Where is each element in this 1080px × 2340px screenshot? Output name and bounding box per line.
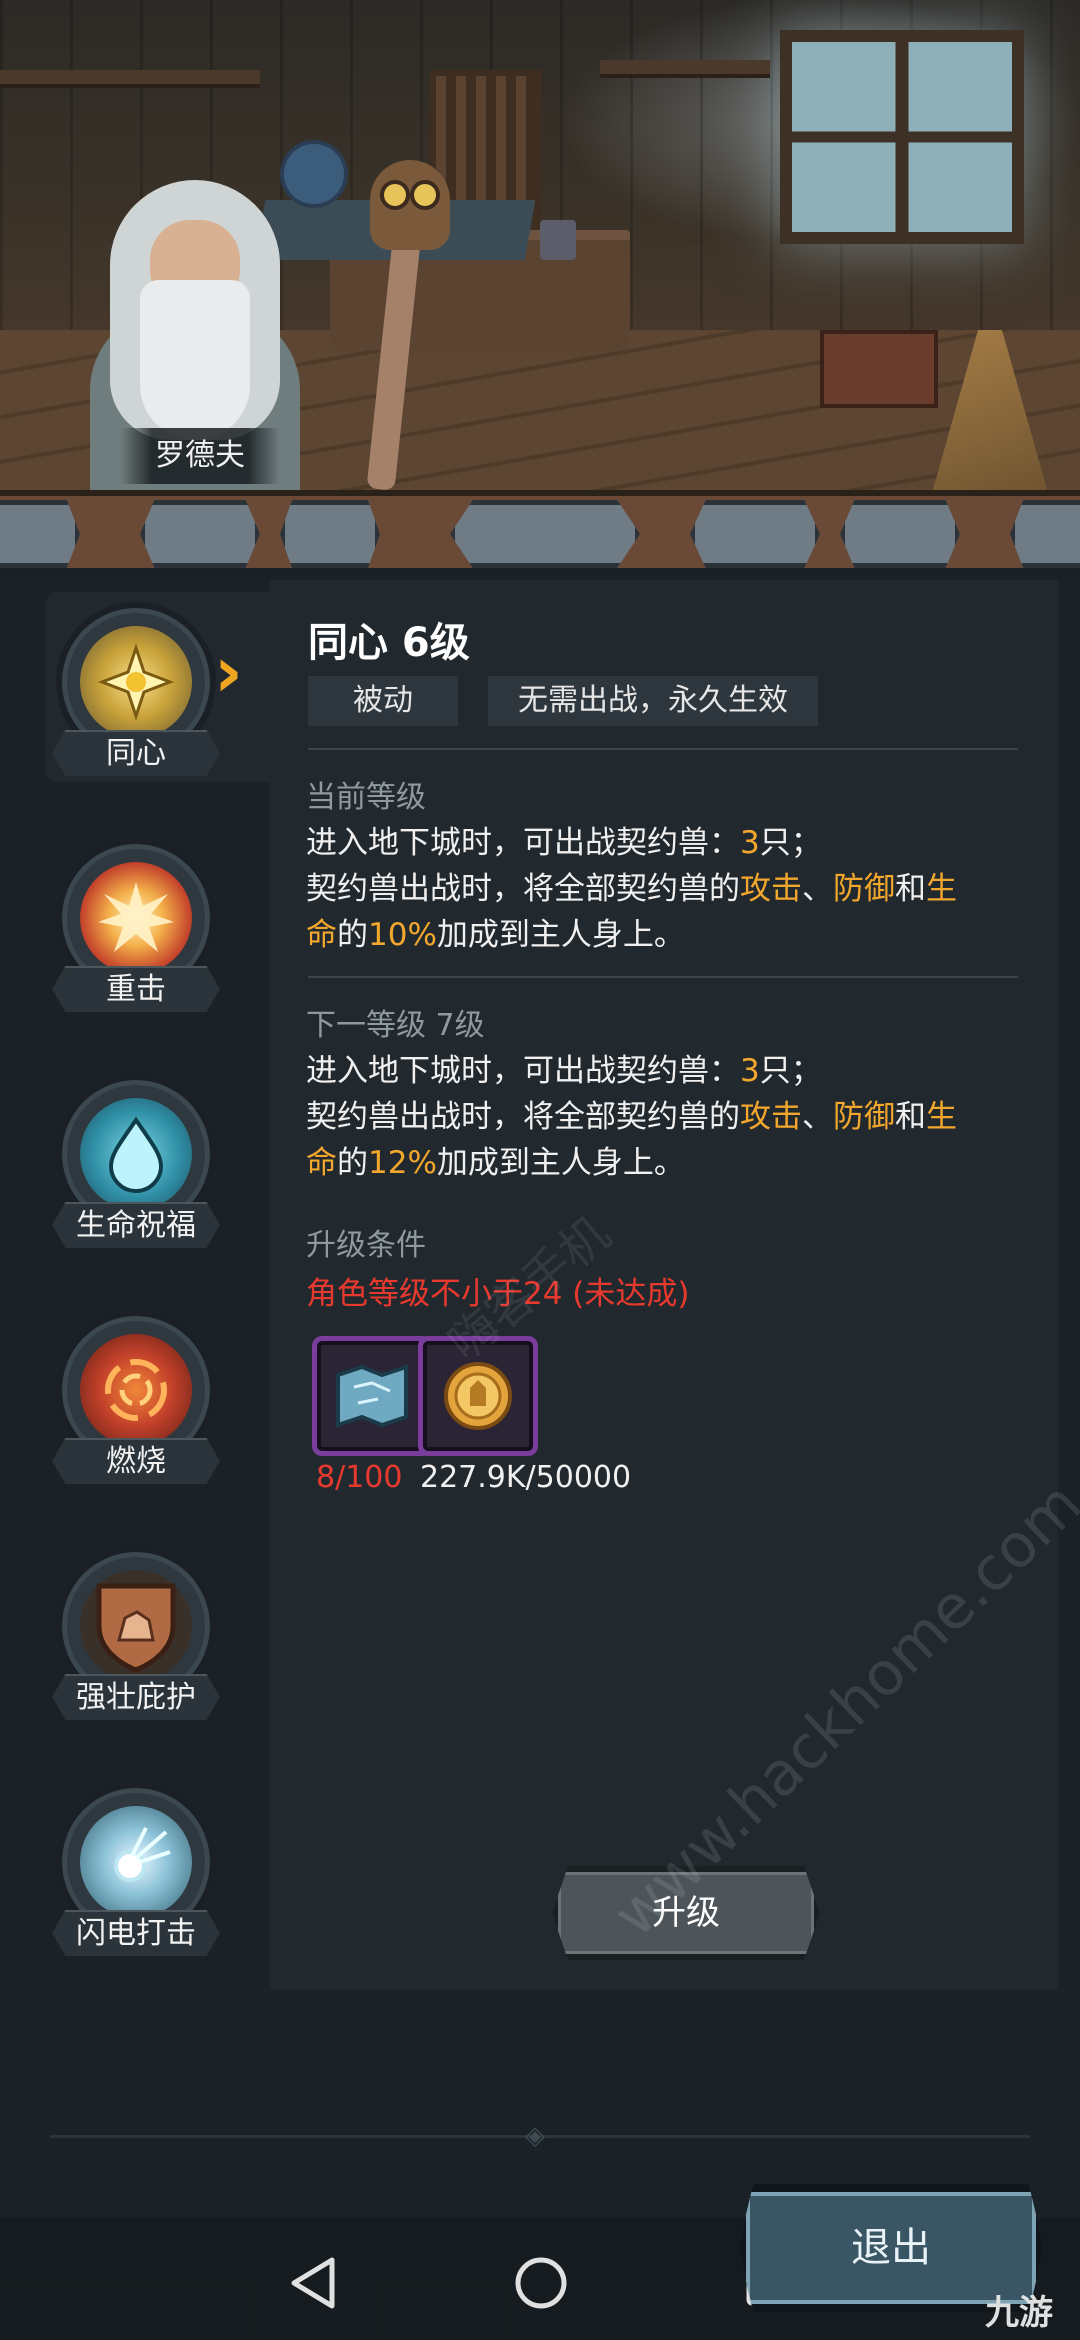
owl-icon (370, 160, 450, 250)
border-stone (140, 500, 260, 568)
skill-tab-shandiandaji[interactable]: 闪电打击 (0, 1762, 270, 1962)
skill-label: 闪电打击 (52, 1910, 220, 1956)
stone-border (0, 490, 1080, 576)
nav-back-icon[interactable] (268, 2238, 358, 2328)
skill-tab-zhongji[interactable]: 重击 (0, 818, 270, 1018)
burst-explosion-icon (80, 862, 192, 974)
skill-label: 燃烧 (52, 1438, 220, 1484)
window (780, 30, 1024, 244)
skill-title: 同心 6级 (308, 620, 470, 666)
divider (308, 976, 1018, 978)
rock-shield-icon (80, 1570, 192, 1682)
inkpot-icon (540, 220, 576, 260)
border-stone (1010, 500, 1080, 568)
scroll-map-icon (336, 1364, 408, 1428)
material-count: 227.9K/50000 (420, 1460, 632, 1495)
skill-tab-ranshao[interactable]: 燃烧 (0, 1290, 270, 1490)
border-stone (280, 500, 380, 568)
fire-swirl-icon (80, 1334, 192, 1446)
skill-sidebar: 同心 重击 生命祝福 燃烧 强壮庇护 闪电打击 › (0, 570, 270, 1990)
material-count: 8/100 (316, 1460, 403, 1495)
divider-ornament-icon: ◈ (525, 2121, 545, 2151)
skill-label: 同心 (52, 730, 220, 776)
material-slot-scroll[interactable] (312, 1336, 432, 1456)
skill-label: 强壮庇护 (52, 1674, 220, 1720)
next-level-heading: 下一等级 7级 (306, 1008, 485, 1043)
border-stone (0, 500, 80, 568)
shelf-left (0, 70, 260, 88)
skill-tab-shengmingzhufu[interactable]: 生命祝福 (0, 1054, 270, 1254)
shelf-right (600, 60, 770, 78)
current-level-description: 进入地下城时，可出战契约兽：3只； 契约兽出战时，将全部契约兽的攻击、防御和生 … (306, 825, 957, 953)
skill-label: 重击 (52, 966, 220, 1012)
skill-tab-qiangzhuangbihu[interactable]: 强壮庇护 (0, 1526, 270, 1726)
skill-type-tag: 被动 (308, 676, 458, 726)
water-drop-icon (80, 1098, 192, 1210)
nav-home-icon[interactable] (496, 2238, 586, 2328)
skill-label: 生命祝福 (52, 1202, 220, 1248)
border-stone (690, 500, 820, 568)
border-stone (840, 500, 960, 568)
site-logo: 九游 (985, 2293, 1053, 2333)
border-stone (450, 500, 640, 568)
next-level-description: 进入地下城时，可出战契约兽：3只； 契约兽出战时，将全部契约兽的攻击、防御和生 … (306, 1053, 957, 1181)
skill-effect-tag: 无需出战，永久生效 (488, 676, 818, 726)
active-tab-chevron-icon: › (214, 631, 243, 713)
requirement-heading: 升级条件 (306, 1228, 426, 1263)
lightning-orb-icon (80, 1806, 192, 1918)
chest (820, 330, 938, 408)
npc-name-tag: 罗德夫 (120, 428, 280, 484)
current-level-heading: 当前等级 (306, 780, 426, 815)
skill-detail-panel: 同心 6级 被动 无需出战，永久生效 当前等级 进入地下城时，可出战契约兽：3只… (270, 580, 1058, 1990)
wizard-beard (140, 280, 250, 440)
divider (308, 748, 1018, 750)
scene-illustration: 罗德夫 (0, 0, 1080, 510)
sun-star-icon (80, 626, 192, 738)
